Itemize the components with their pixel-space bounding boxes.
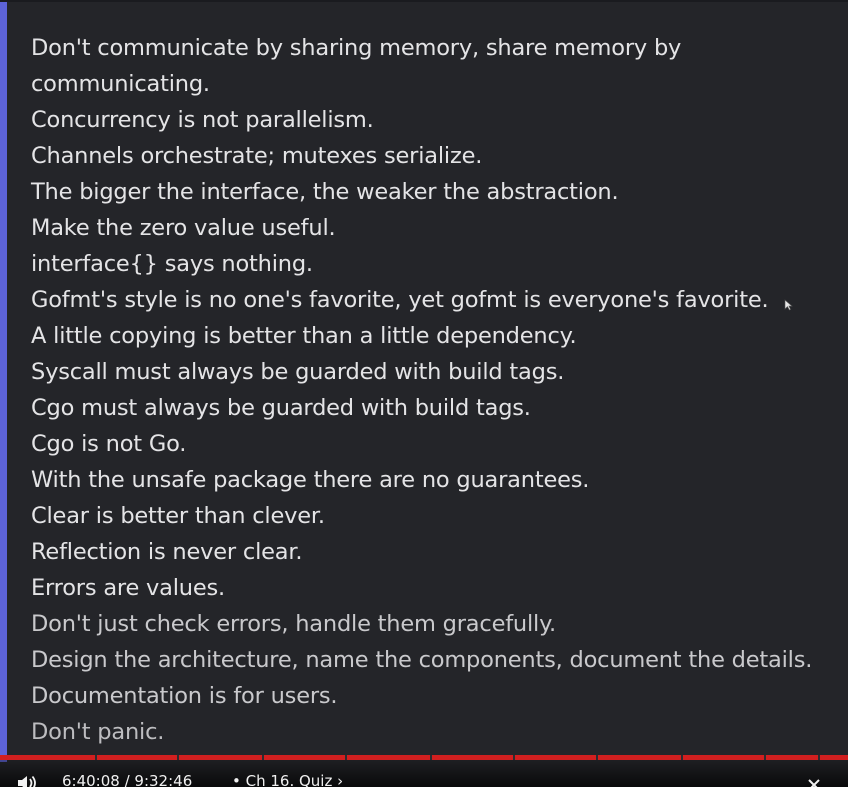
proverb-line: Cgo must always be guarded with build ta… [31,395,531,421]
proverb-line: Design the architecture, name the compon… [31,647,813,673]
go-proverbs-list: Don't communicate by sharing memory, sha… [31,30,821,750]
proverb-line: A little copying is better than a little… [31,323,577,349]
close-icon[interactable] [806,777,822,787]
chapter-marker [818,755,820,760]
chapter-marker [513,755,515,760]
chapter-marker [345,755,347,760]
proverb-line: The bigger the interface, the weaker the… [31,179,619,205]
proverb-line: Make the zero value useful. [31,215,336,241]
proverb-line: Channels orchestrate; mutexes serialize. [31,143,483,169]
mouse-pointer-icon [784,299,793,311]
proverb-line: Don't just check errors, handle them gra… [31,611,556,637]
proverb-line: Gofmt's style is no one's favorite, yet … [31,287,769,313]
chapter-marker [764,755,766,760]
top-edge [0,0,848,2]
proverb-line: Errors are values. [31,575,225,601]
proverb-line: Reflection is never clear. [31,539,303,565]
chapter-marker [95,755,97,760]
chapter-marker [430,755,432,760]
proverb-line: Documentation is for users. [31,683,338,709]
proverb-line: interface{} says nothing. [31,251,313,277]
chapter-title-button[interactable]: • Ch 16. Quiz › [232,771,343,787]
proverb-line: Don't communicate by sharing memory, sha… [31,35,682,97]
chapter-marker [262,755,264,760]
proverb-line: Cgo is not Go. [31,431,187,457]
proverb-line: Don't panic. [31,719,165,745]
blockquote-accent-bar [0,2,7,762]
time-display: 6:40:08 / 9:32:46 [62,772,193,787]
video-frame: Don't communicate by sharing memory, sha… [0,0,848,787]
chapter-marker [681,755,683,760]
proverb-line: With the unsafe package there are no gua… [31,467,590,493]
proverb-line: Clear is better than clever. [31,503,325,529]
chapter-marker [177,755,179,760]
proverb-line: Concurrency is not parallelism. [31,107,374,133]
progress-bar[interactable] [0,755,848,760]
volume-icon[interactable] [16,775,38,787]
chapter-marker [596,755,598,760]
proverb-line: Syscall must always be guarded with buil… [31,359,565,385]
